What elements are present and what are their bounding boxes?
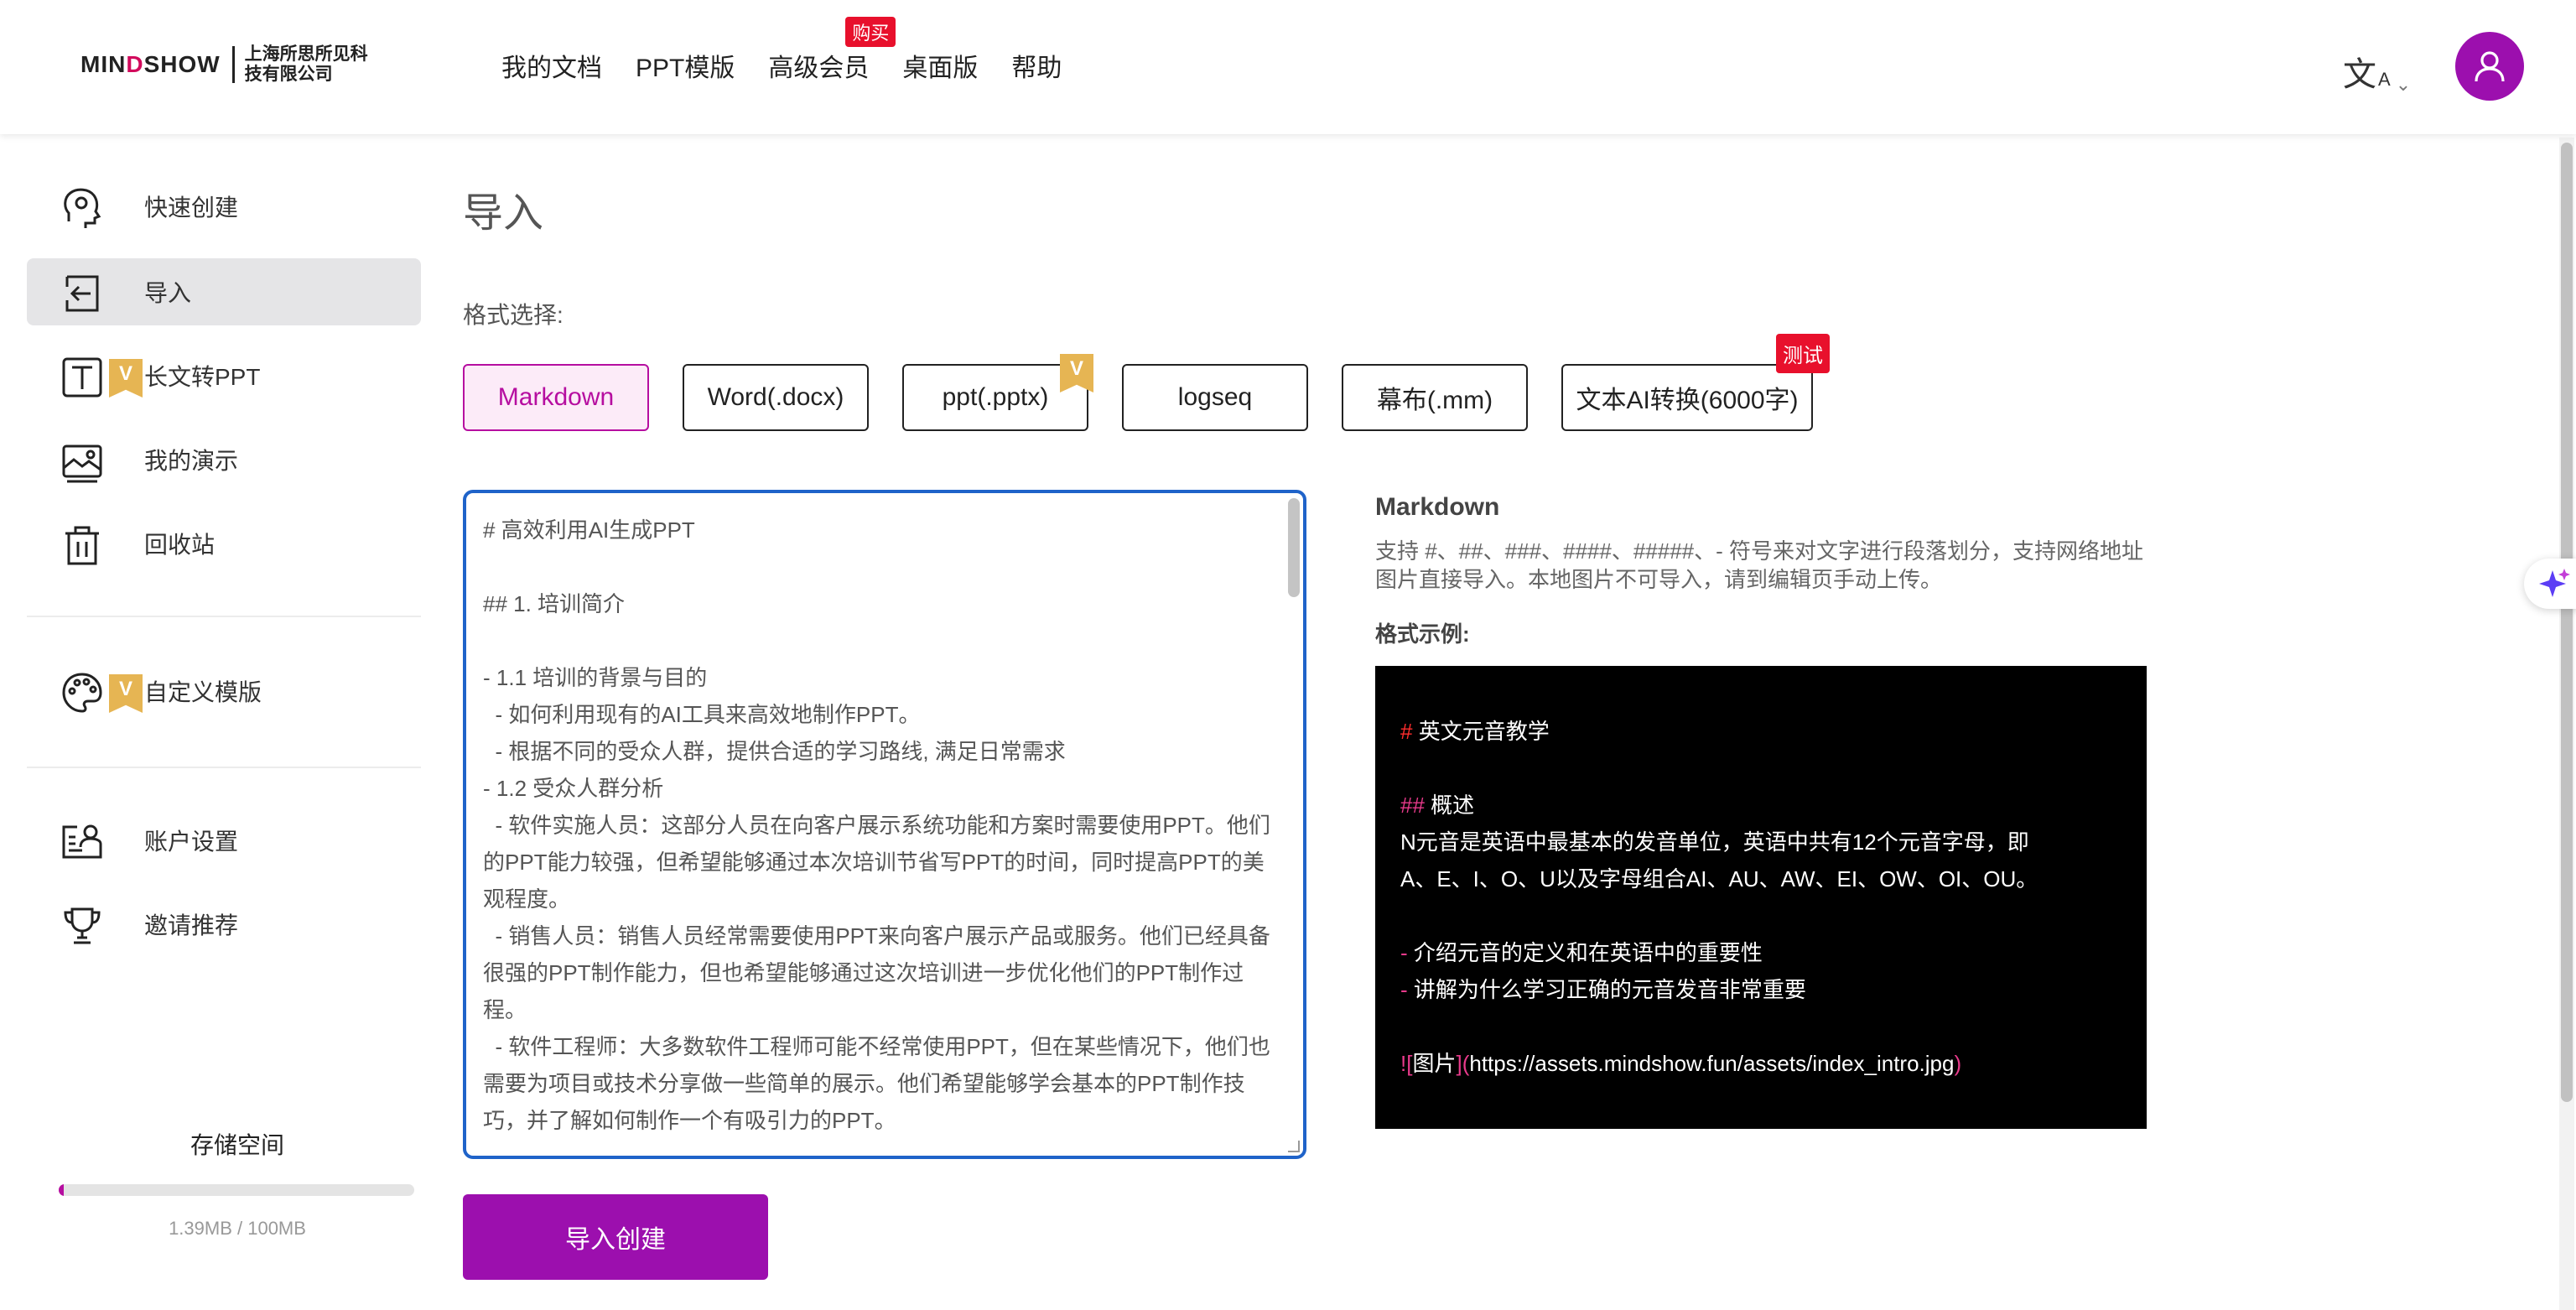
sidebar-item-import[interactable]: 导入 xyxy=(27,258,421,325)
storage-progress-bar xyxy=(59,1184,414,1196)
logo-wordmark: MINDSHOW xyxy=(80,51,221,77)
buy-badge: 购买 xyxy=(845,17,896,47)
format-pptx-label: ppt(.pptx) xyxy=(942,383,1049,411)
import-icon xyxy=(65,275,99,312)
nav-desktop[interactable]: 桌面版 xyxy=(902,47,978,84)
vip-badge: V xyxy=(109,359,143,398)
logo-company-name: 上海所思所见科技有限公司 xyxy=(244,44,368,84)
format-example-label: 格式示例: xyxy=(1375,621,1470,647)
sidebar-item-label: 邀请推荐 xyxy=(144,912,239,938)
sidebar-item-label: 账户设置 xyxy=(144,829,239,855)
logo-divider xyxy=(231,46,235,83)
brain-head-icon xyxy=(64,188,101,228)
import-create-button[interactable]: 导入创建 xyxy=(463,1194,768,1280)
nav-premium-label: 高级会员 xyxy=(768,55,870,82)
sidebar-divider xyxy=(27,616,421,617)
storage-usage-text: 1.39MB / 100MB xyxy=(169,1218,306,1239)
sidebar-item-quick-create[interactable]: 快速创建 xyxy=(27,173,421,240)
example-blank-line xyxy=(1400,1008,2122,1045)
sidebar-item-label: 长文转PPT xyxy=(144,364,261,390)
editor-content[interactable]: # 高效利用AI生成PPT ## 1. 培训简介 - 1.1 培训的背景与目的 … xyxy=(483,512,1280,1139)
storage-title: 存储空间 xyxy=(190,1132,284,1158)
sidebar-item-long-text-ppt[interactable]: V 长文转PPT xyxy=(27,342,421,409)
account-card-icon xyxy=(62,824,102,859)
test-badge: 测试 xyxy=(1776,334,1830,373)
format-select-label: 格式选择: xyxy=(463,302,564,328)
storage-progress-fill xyxy=(59,1184,64,1196)
gallery-icon xyxy=(62,444,102,483)
example-h1-line: # 英文元音教学 xyxy=(1400,719,1550,744)
example-blank-line xyxy=(1400,897,2122,934)
example-paragraph-line: A、E、I、O、U以及字母组合AI、AU、AW、EI、OW、OI、OU。 xyxy=(1400,866,2038,892)
example-paragraph-line: N元音是英语中最基本的发音单位，英语中共有12个元音字母，即 xyxy=(1400,829,2029,855)
trash-icon xyxy=(65,526,99,565)
logo[interactable]: MINDSHOW 上海所思所见科技有限公司 xyxy=(80,42,371,87)
vip-badge: V xyxy=(109,674,143,713)
sidebar-item-label: 导入 xyxy=(144,280,192,306)
example-h2-line: ## 概述 xyxy=(1400,793,1475,818)
user-avatar[interactable] xyxy=(2455,32,2524,101)
nav-ppt-templates[interactable]: PPT模版 xyxy=(636,47,735,84)
text-t-icon xyxy=(62,357,102,398)
language-switcher[interactable]: 文A ⌄ xyxy=(2343,47,2411,96)
ai-assistant-button[interactable] xyxy=(2524,559,2576,609)
sidebar-item-account-settings[interactable]: 账户设置 xyxy=(27,807,421,874)
sidebar-item-invite[interactable]: 邀请推荐 xyxy=(27,891,421,958)
example-blank-line xyxy=(1400,750,2122,787)
sidebar-divider xyxy=(27,767,421,768)
palette-icon xyxy=(62,673,102,713)
sidebar-item-label: 自定义模版 xyxy=(144,679,262,705)
sidebar: 快速创建 导入 V 长文转PPT 我的演示 回收站 V 自定义模版 账户设置 邀… xyxy=(0,134,444,1310)
sparkle-icon xyxy=(2539,569,2570,597)
format-logseq-button[interactable]: logseq xyxy=(1122,364,1308,431)
user-icon xyxy=(2475,51,2505,82)
nav-my-documents[interactable]: 我的文档 xyxy=(501,47,602,84)
format-info-title: Markdown xyxy=(1375,493,1500,521)
format-mubu-button[interactable]: 幕布(.mm) xyxy=(1342,364,1528,431)
sidebar-item-label: 我的演示 xyxy=(144,448,239,474)
sidebar-item-label: 快速创建 xyxy=(144,195,239,221)
trophy-icon xyxy=(64,907,101,944)
page-title: 导入 xyxy=(463,191,544,236)
sidebar-item-recycle-bin[interactable]: 回收站 xyxy=(27,510,421,577)
format-markdown-button[interactable]: Markdown xyxy=(463,364,649,431)
sidebar-item-custom-template[interactable]: V 自定义模版 xyxy=(27,658,421,725)
format-ai-text-button[interactable]: 文本AI转换(6000字) xyxy=(1561,364,1813,431)
markdown-editor[interactable]: # 高效利用AI生成PPT ## 1. 培训简介 - 1.1 培训的背景与目的 … xyxy=(463,490,1306,1159)
format-word-button[interactable]: Word(.docx) xyxy=(683,364,869,431)
page-scrollbar-thumb[interactable] xyxy=(2561,143,2573,1102)
main-nav: 我的文档 PPT模版 高级会员 购买 桌面版 帮助 xyxy=(501,17,1062,84)
top-header: MINDSHOW 上海所思所见科技有限公司 我的文档 PPT模版 高级会员 购买… xyxy=(0,0,2576,134)
sidebar-item-label: 回收站 xyxy=(144,532,216,558)
nav-help[interactable]: 帮助 xyxy=(1011,47,1062,84)
sidebar-item-my-presentations[interactable]: 我的演示 xyxy=(27,426,421,493)
example-bullet-line: - 介绍元音的定义和在英语中的重要性 xyxy=(1400,940,1763,965)
format-info-description: 支持 #、##、###、####、#####、- 符号来对文字进行段落划分，支持… xyxy=(1375,538,2144,592)
resize-handle-icon[interactable] xyxy=(1288,1141,1300,1152)
example-bullet-line: - 讲解为什么学习正确的元音发音非常重要 xyxy=(1400,977,1806,1002)
chevron-down-icon: ⌄ xyxy=(2395,74,2412,95)
example-image-line: ![图片](https://assets.mindshow.fun/assets… xyxy=(1400,1051,1962,1076)
format-example-box: # 英文元音教学 ## 概述 N元音是英语中最基本的发音单位，英语中共有12个元… xyxy=(1375,666,2147,1129)
translate-icon: 文A xyxy=(2343,56,2391,93)
editor-scrollbar[interactable] xyxy=(1288,498,1300,597)
nav-premium-member[interactable]: 高级会员 购买 xyxy=(768,17,896,84)
